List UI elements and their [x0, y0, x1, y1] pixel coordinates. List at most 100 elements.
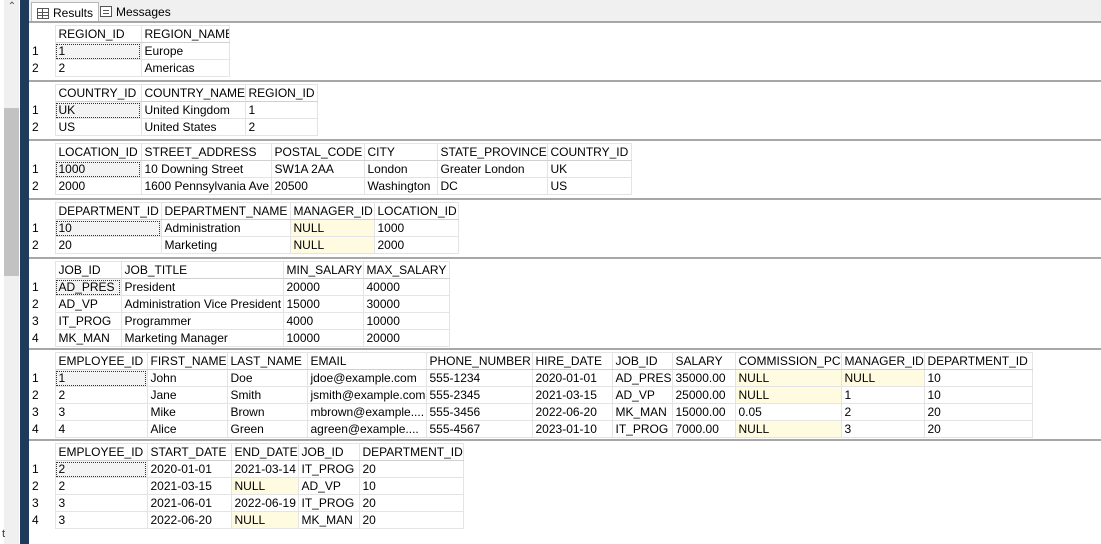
row-number[interactable]: 2: [29, 236, 56, 254]
table-row[interactable]: 3 3 2021-06-01 2022-06-19 IT_PROG 20: [29, 494, 464, 512]
grid-cell[interactable]: 2000: [373, 236, 459, 254]
grid-cell[interactable]: 20: [923, 420, 1033, 438]
grid-corner[interactable]: [29, 261, 56, 279]
table-row[interactable]: 2 2000 1600 Pennsylvania Ave 20500 Washingto…: [29, 177, 632, 195]
grid-cell[interactable]: 2022-06-20: [531, 403, 613, 421]
grid-cell[interactable]: 40000: [362, 278, 450, 296]
column-header[interactable]: HIRE_DATE: [531, 352, 613, 370]
grid-cell[interactable]: 10 Downing Street: [140, 160, 272, 178]
column-header[interactable]: MAX_SALARY: [362, 261, 450, 279]
grid-cell[interactable]: 2020-01-01: [531, 369, 613, 387]
table-row[interactable]: 4 MK_MAN Marketing Manager 10000 20000: [29, 329, 450, 347]
grid-cell[interactable]: Administration Vice President: [120, 295, 284, 313]
table-row[interactable]: 2 US United States 2: [29, 118, 318, 136]
grid-cell[interactable]: MK_MAN: [297, 511, 360, 529]
column-header[interactable]: COUNTRY_NAME: [140, 84, 246, 102]
grid-cell[interactable]: 1000: [54, 160, 142, 178]
column-header[interactable]: LOCATION_ID: [373, 202, 459, 220]
table-row[interactable]: 1 10 Administration NULL 1000: [29, 219, 459, 237]
grid-cell[interactable]: 3: [54, 511, 148, 529]
column-header[interactable]: MIN_SALARY: [282, 261, 364, 279]
column-header[interactable]: MANAGER_ID: [289, 202, 375, 220]
grid-cell[interactable]: Europe: [140, 42, 230, 60]
table-row[interactable]: 1 AD_PRES President 20000 40000: [29, 278, 450, 296]
table-row[interactable]: 1 1 Europe: [29, 42, 230, 60]
grid-cell[interactable]: 1600 Pennsylvania Ave: [140, 177, 272, 195]
column-header[interactable]: CITY: [363, 143, 438, 161]
column-header[interactable]: JOB_TITLE: [120, 261, 284, 279]
grid-cell[interactable]: 10: [923, 386, 1033, 404]
table-row[interactable]: 1 2 2020-01-01 2021-03-14 IT_PROG 20: [29, 460, 464, 478]
table-row[interactable]: 3 IT_PROG Programmer 4000 10000: [29, 312, 450, 330]
grid-cell[interactable]: AD_PRES: [54, 278, 122, 296]
column-header[interactable]: JOB_ID: [54, 261, 122, 279]
grid-cell[interactable]: AD_PRES: [611, 369, 673, 387]
column-header[interactable]: EMPLOYEE_ID: [54, 352, 148, 370]
grid-cell[interactable]: 20000: [282, 278, 364, 296]
grid-cell[interactable]: 555-1234: [425, 369, 533, 387]
grid-cell[interactable]: SW1A 2AA: [270, 160, 365, 178]
grid-corner[interactable]: [29, 443, 56, 461]
row-number[interactable]: 1: [29, 219, 56, 237]
row-number[interactable]: 2: [29, 386, 56, 404]
grid-cell[interactable]: IT_PROG: [611, 420, 673, 438]
grid-cell[interactable]: 2: [244, 118, 318, 136]
table-row[interactable]: 1 UK United Kingdom 1: [29, 101, 318, 119]
grid-cell[interactable]: 4000: [282, 312, 364, 330]
grid-cell[interactable]: 30000: [362, 295, 450, 313]
grid-cell[interactable]: 10000: [282, 329, 364, 347]
grid-cell[interactable]: 20: [358, 494, 464, 512]
grid-cell[interactable]: 2022-06-20: [146, 511, 232, 529]
grid-cell[interactable]: Washington: [363, 177, 438, 195]
grid-cell[interactable]: 1: [244, 101, 318, 119]
grid-cell[interactable]: 3: [840, 420, 925, 438]
grid-cell[interactable]: President: [120, 278, 284, 296]
grid-cell[interactable]: Brown: [226, 403, 308, 421]
grid-cell[interactable]: 2021-06-01: [146, 494, 232, 512]
grid-cell[interactable]: 20: [358, 460, 464, 478]
grid-cell[interactable]: 2: [54, 59, 142, 77]
grid-cell[interactable]: 2: [54, 386, 148, 404]
row-number[interactable]: 2: [29, 118, 56, 136]
grid-cell[interactable]: 7000.00: [671, 420, 736, 438]
grid-cell[interactable]: NULL: [230, 477, 299, 495]
grid-cell[interactable]: AD_VP: [297, 477, 360, 495]
grid-cell[interactable]: 1: [54, 42, 142, 60]
grid-cell[interactable]: MK_MAN: [54, 329, 122, 347]
column-header[interactable]: EMAIL: [306, 352, 427, 370]
grid-cell[interactable]: NULL: [734, 386, 842, 404]
grid-cell[interactable]: UK: [54, 101, 142, 119]
grid-cell[interactable]: Mike: [146, 403, 228, 421]
column-header[interactable]: DEPARTMENT_NAME: [160, 202, 291, 220]
grid-cell[interactable]: Programmer: [120, 312, 284, 330]
column-header[interactable]: DEPARTMENT_ID: [54, 202, 162, 220]
column-header[interactable]: STATE_PROVINCE: [436, 143, 548, 161]
grid-cell[interactable]: 3: [54, 494, 148, 512]
pane-splitter[interactable]: [20, 0, 29, 544]
grid-cell[interactable]: 20: [923, 403, 1033, 421]
grid-cell[interactable]: John: [146, 369, 228, 387]
row-number[interactable]: 2: [29, 295, 56, 313]
table-row[interactable]: 4 3 2022-06-20 NULL MK_MAN 20: [29, 511, 464, 529]
grid-cell[interactable]: 15000.00: [671, 403, 736, 421]
grid-cell[interactable]: United Kingdom: [140, 101, 246, 119]
grid-cell[interactable]: jdoe@example.com: [306, 369, 427, 387]
grid-cell[interactable]: NULL: [840, 369, 925, 387]
table-row[interactable]: 2 2 Jane Smith jsmith@example.com 555-2345 202…: [29, 386, 1033, 404]
grid-cell[interactable]: 3: [54, 403, 148, 421]
grid-cell[interactable]: NULL: [230, 511, 299, 529]
row-number[interactable]: 3: [29, 312, 56, 330]
grid-corner[interactable]: [29, 25, 56, 43]
column-header[interactable]: EMPLOYEE_ID: [54, 443, 148, 461]
grid-cell[interactable]: AD_VP: [611, 386, 673, 404]
column-header[interactable]: DEPARTMENT_ID: [358, 443, 464, 461]
column-header[interactable]: MANAGER_ID: [840, 352, 925, 370]
grid-cell[interactable]: 15000: [282, 295, 364, 313]
grid-cell[interactable]: Jane: [146, 386, 228, 404]
grid-cell[interactable]: NULL: [289, 236, 375, 254]
table-row[interactable]: 2 2 2021-03-15 NULL AD_VP 10: [29, 477, 464, 495]
grid-cell[interactable]: NULL: [734, 420, 842, 438]
grid-cell[interactable]: 2000: [54, 177, 142, 195]
grid-cell[interactable]: agreen@example....: [306, 420, 427, 438]
grid-cell[interactable]: IT_PROG: [297, 460, 360, 478]
